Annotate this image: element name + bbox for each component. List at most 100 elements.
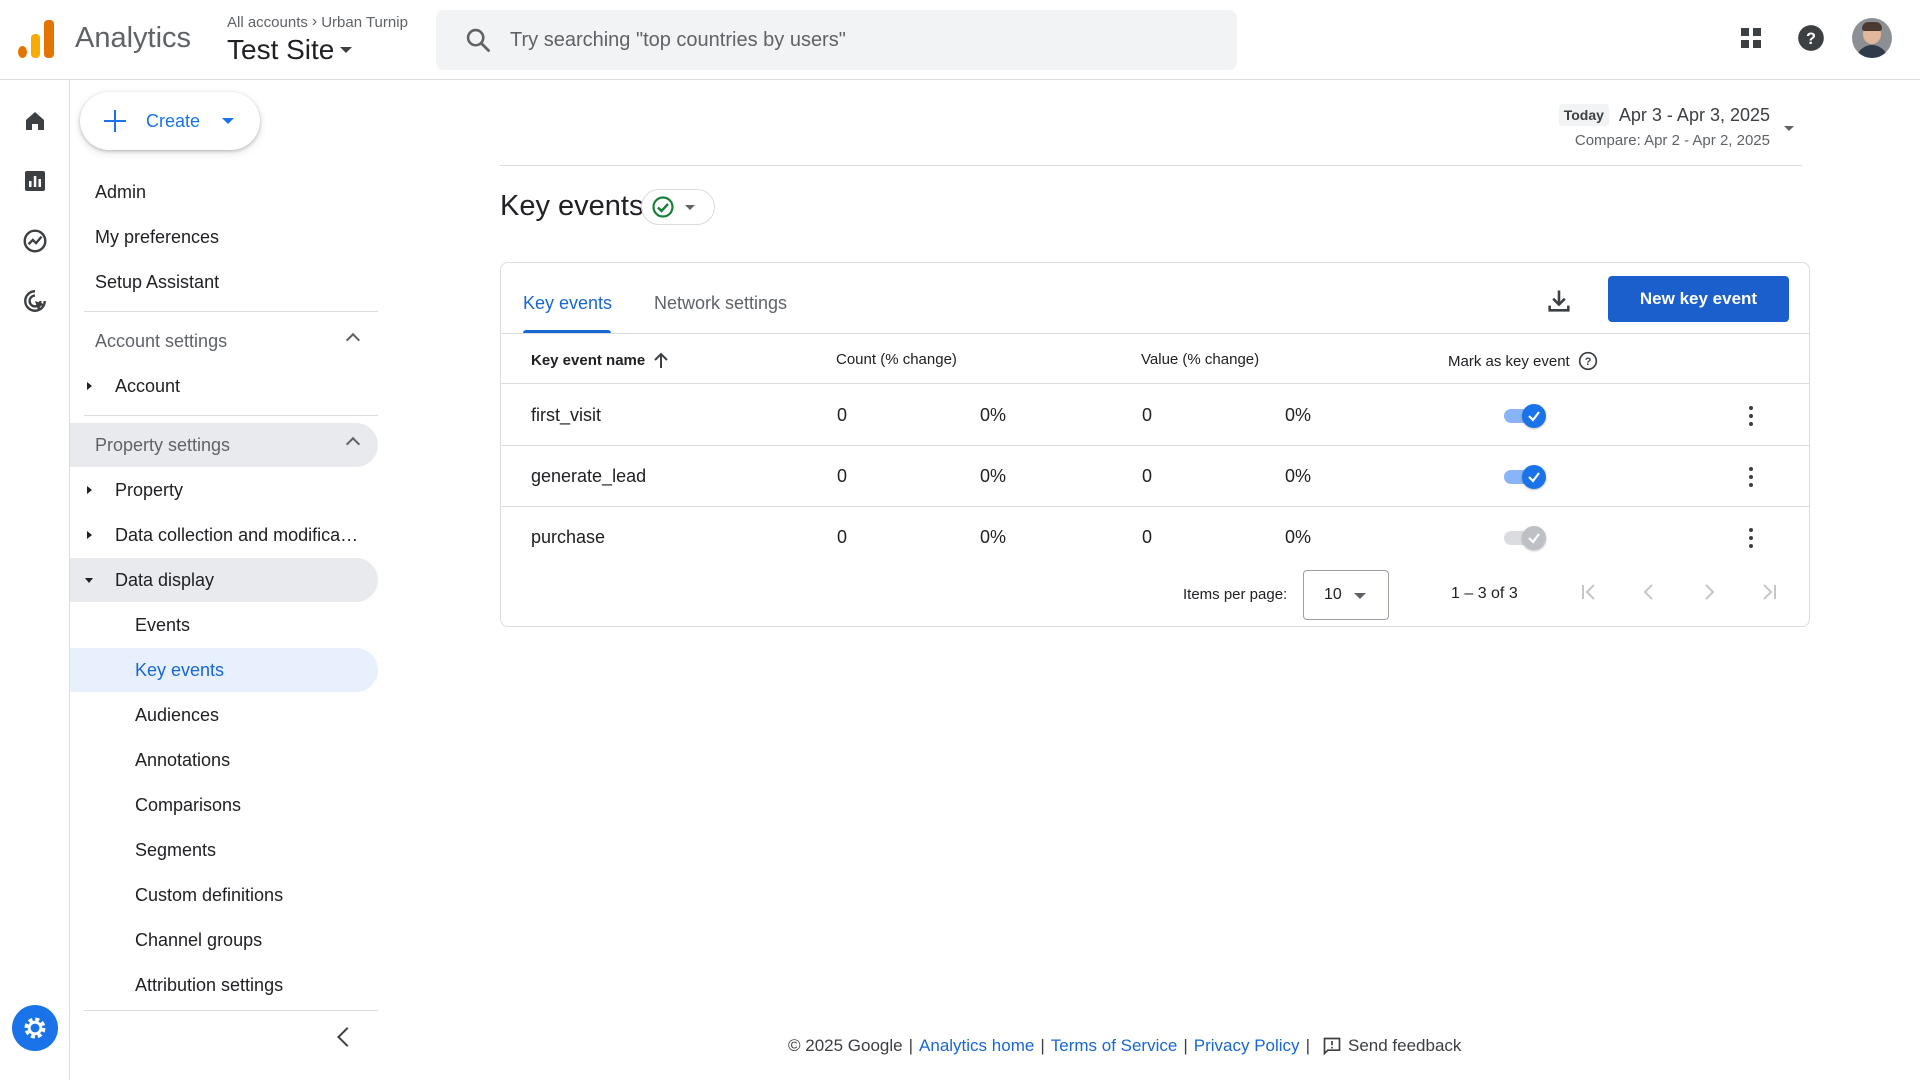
- key-event-toggle[interactable]: [1504, 465, 1548, 489]
- previous-page-icon[interactable]: [1637, 580, 1661, 604]
- value-change: 0%: [1285, 405, 1312, 425]
- left-rail: [0, 80, 70, 1080]
- new-key-event-button[interactable]: New key event: [1608, 276, 1789, 322]
- sidebar-item-property[interactable]: Property: [70, 468, 378, 512]
- items-per-page-select[interactable]: 10: [1303, 570, 1389, 620]
- date-range-picker[interactable]: Today Apr 3 - Apr 3, 2025 Compare: Apr 2…: [1558, 104, 1770, 149]
- sort-arrow-up-icon: [654, 352, 668, 368]
- first-page-icon[interactable]: [1577, 580, 1601, 604]
- sidebar-item-account[interactable]: Account: [70, 364, 378, 408]
- sidebar-item-admin[interactable]: Admin: [70, 170, 378, 214]
- account-avatar[interactable]: [1852, 18, 1892, 58]
- plus-icon: [104, 110, 126, 132]
- privacy-policy-link[interactable]: Privacy Policy: [1194, 1036, 1300, 1056]
- footer: © 2025 Google | Analytics home | Terms of …: [788, 1036, 1462, 1056]
- search-bar[interactable]: [436, 10, 1237, 70]
- check-icon: [1528, 411, 1540, 422]
- tab-network-settings[interactable]: Network settings: [654, 293, 787, 314]
- sidebar-item-data-display[interactable]: Data display: [70, 558, 378, 602]
- triangle-down-icon: [85, 577, 93, 583]
- page-range: 1 – 3 of 3: [1451, 585, 1518, 602]
- breadcrumb[interactable]: All accounts › Urban Turnip: [227, 13, 408, 31]
- last-page-icon[interactable]: [1757, 580, 1781, 604]
- caret-down-icon: [1354, 593, 1366, 599]
- sidebar: Create Admin My preferences Setup Assist…: [70, 80, 378, 1080]
- chevron-up-icon: [345, 332, 361, 348]
- sidebar-item-attribution-settings[interactable]: Attribution settings: [70, 963, 378, 1007]
- help-outline-icon[interactable]: ?: [1578, 351, 1598, 371]
- tab-bar: Key events Network settings New key even…: [501, 263, 1809, 334]
- value-value: 0: [1142, 466, 1153, 486]
- admin-gear-icon[interactable]: [12, 1005, 58, 1051]
- more-vert-icon[interactable]: [1741, 405, 1761, 427]
- column-header-name[interactable]: Key event name: [531, 351, 669, 369]
- tab-key-events[interactable]: Key events: [523, 293, 612, 314]
- column-header-mark-as-key: Mark as key event ?: [1448, 351, 1598, 371]
- search-icon: [466, 28, 490, 52]
- send-feedback-link[interactable]: Send feedback: [1322, 1036, 1461, 1056]
- sidebar-item-setup-assistant[interactable]: Setup Assistant: [70, 260, 378, 304]
- property-name: Test Site: [227, 34, 335, 65]
- value-value: 0: [1142, 405, 1153, 425]
- breadcrumb-account[interactable]: Urban Turnip: [321, 14, 408, 31]
- compare-range: Compare: Apr 2 - Apr 2, 2025: [1574, 132, 1770, 149]
- copyright: © 2025 Google: [788, 1036, 903, 1055]
- app-name: Analytics: [75, 22, 192, 54]
- table-row: generate_lead 0 0% 0 0%: [501, 446, 1809, 507]
- sidebar-section-account-settings[interactable]: Account settings: [70, 319, 378, 363]
- triangle-right-icon: [87, 531, 92, 539]
- next-page-icon[interactable]: [1697, 580, 1721, 604]
- sidebar-item-custom-definitions[interactable]: Custom definitions: [70, 873, 378, 917]
- value-change: 0%: [1285, 466, 1312, 486]
- download-icon[interactable]: [1545, 287, 1573, 315]
- create-button[interactable]: Create: [80, 92, 260, 150]
- feedback-icon: [1323, 1037, 1341, 1056]
- divider: [500, 165, 1802, 166]
- collapse-sidebar-icon[interactable]: [337, 1027, 357, 1047]
- count-change: 0%: [980, 466, 1007, 486]
- sidebar-item-annotations[interactable]: Annotations: [70, 738, 378, 782]
- analytics-logo-icon[interactable]: [18, 20, 54, 58]
- sidebar-item-channel-groups[interactable]: Channel groups: [70, 918, 378, 962]
- event-name: generate_lead: [531, 466, 647, 486]
- divider: [84, 415, 378, 416]
- sidebar-item-my-preferences[interactable]: My preferences: [70, 215, 378, 259]
- status-dropdown[interactable]: [641, 189, 715, 225]
- explore-icon[interactable]: [18, 224, 52, 258]
- property-selector[interactable]: Test Site: [227, 34, 353, 66]
- caret-down-icon[interactable]: [1784, 126, 1794, 131]
- terms-of-service-link[interactable]: Terms of Service: [1051, 1036, 1178, 1056]
- triangle-right-icon: [87, 382, 92, 390]
- column-header-value: Value (% change): [1141, 351, 1260, 368]
- chevron-up-icon: [345, 436, 361, 452]
- sidebar-item-data-collection[interactable]: Data collection and modifica…: [70, 513, 378, 557]
- more-vert-icon[interactable]: [1741, 527, 1761, 549]
- key-event-toggle[interactable]: [1504, 404, 1548, 428]
- help-icon[interactable]: ?: [1792, 19, 1830, 57]
- event-name: first_visit: [531, 405, 602, 425]
- check-circle-icon: [652, 196, 674, 218]
- triangle-right-icon: [87, 486, 92, 494]
- reports-icon[interactable]: [18, 164, 52, 198]
- apps-grid-icon[interactable]: [1732, 19, 1770, 57]
- today-chip: Today: [1558, 104, 1609, 126]
- breadcrumb-all-accounts[interactable]: All accounts: [227, 14, 308, 31]
- count-value: 0: [837, 405, 848, 425]
- sidebar-section-property-settings[interactable]: Property settings: [70, 423, 378, 467]
- sidebar-item-segments[interactable]: Segments: [70, 828, 378, 872]
- search-input[interactable]: [510, 28, 1210, 52]
- sidebar-item-events[interactable]: Events: [70, 603, 378, 647]
- count-change: 0%: [980, 405, 1007, 425]
- sidebar-item-comparisons[interactable]: Comparisons: [70, 783, 378, 827]
- home-icon[interactable]: [18, 104, 52, 138]
- event-name: purchase: [531, 527, 606, 547]
- pagination: Items per page: 10 1 – 3 of 3: [501, 568, 1809, 620]
- advertising-icon[interactable]: [18, 284, 52, 318]
- tab-indicator: [523, 330, 611, 333]
- top-header: Analytics All accounts › Urban Turnip Te…: [0, 0, 1920, 80]
- analytics-home-link[interactable]: Analytics home: [919, 1036, 1034, 1056]
- more-vert-icon[interactable]: [1741, 466, 1761, 488]
- sidebar-item-audiences[interactable]: Audiences: [70, 693, 378, 737]
- sidebar-item-key-events[interactable]: Key events: [70, 648, 378, 692]
- check-icon: [1528, 472, 1540, 483]
